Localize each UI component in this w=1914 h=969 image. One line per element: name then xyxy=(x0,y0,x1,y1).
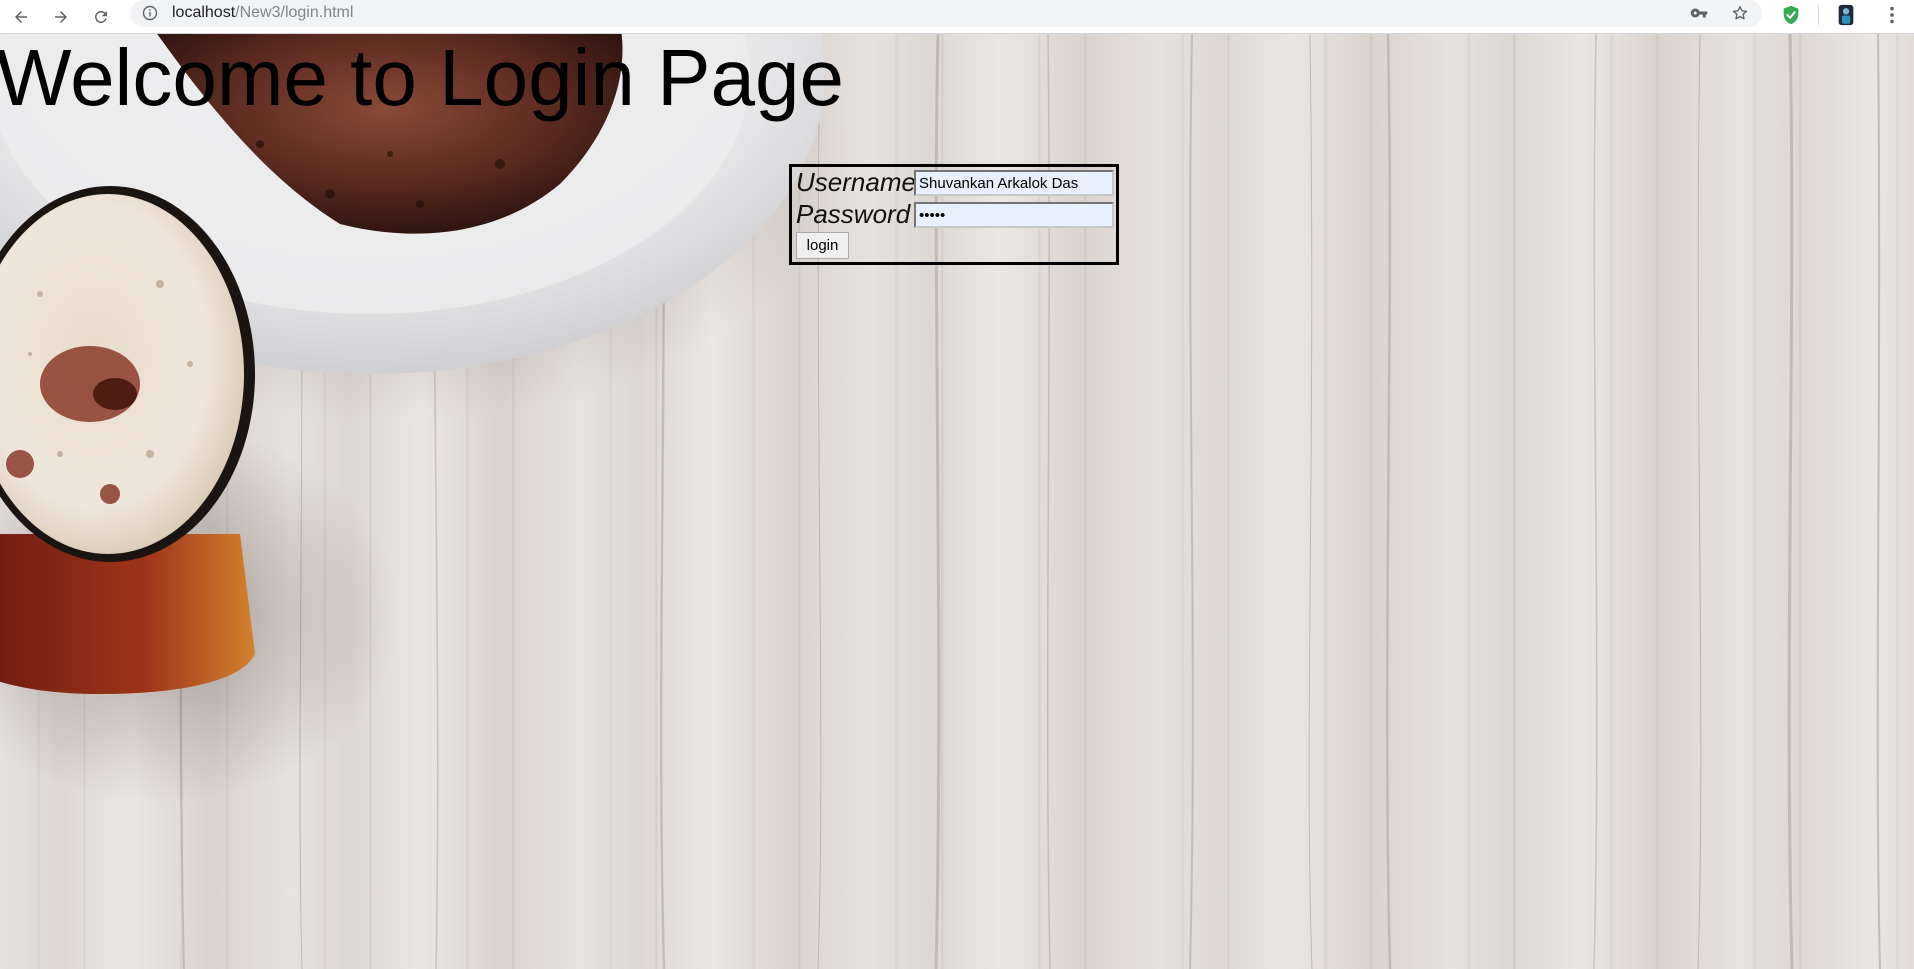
address-bar[interactable]: localhost/New3/login.html xyxy=(130,0,1762,27)
page-viewport: Welcome to Login Page Username Password … xyxy=(0,34,1914,969)
browser-toolbar: localhost/New3/login.html xyxy=(0,0,1914,34)
page-title: Welcome to Login Page xyxy=(0,34,844,122)
login-form: Username Password login xyxy=(789,164,1119,265)
login-button[interactable]: login xyxy=(796,232,849,259)
forward-arrow-icon[interactable] xyxy=(46,2,76,32)
info-icon[interactable] xyxy=(142,5,158,21)
username-label: Username xyxy=(796,167,916,197)
reload-icon[interactable] xyxy=(86,2,116,32)
shield-check-icon[interactable] xyxy=(1778,2,1804,28)
url-host: localhost xyxy=(172,4,236,21)
key-icon[interactable] xyxy=(1688,2,1710,24)
toolbar-separator xyxy=(1818,5,1819,25)
username-input[interactable] xyxy=(914,170,1114,196)
profile-avatar-icon[interactable] xyxy=(1833,2,1859,28)
password-input[interactable] xyxy=(914,202,1114,228)
password-label: Password xyxy=(796,199,911,229)
kebab-menu-icon[interactable] xyxy=(1879,2,1905,28)
back-arrow-icon[interactable] xyxy=(6,2,36,32)
url-text: localhost/New3/login.html xyxy=(172,3,353,23)
star-icon[interactable] xyxy=(1729,2,1751,24)
url-path: /New3/login.html xyxy=(235,4,354,21)
